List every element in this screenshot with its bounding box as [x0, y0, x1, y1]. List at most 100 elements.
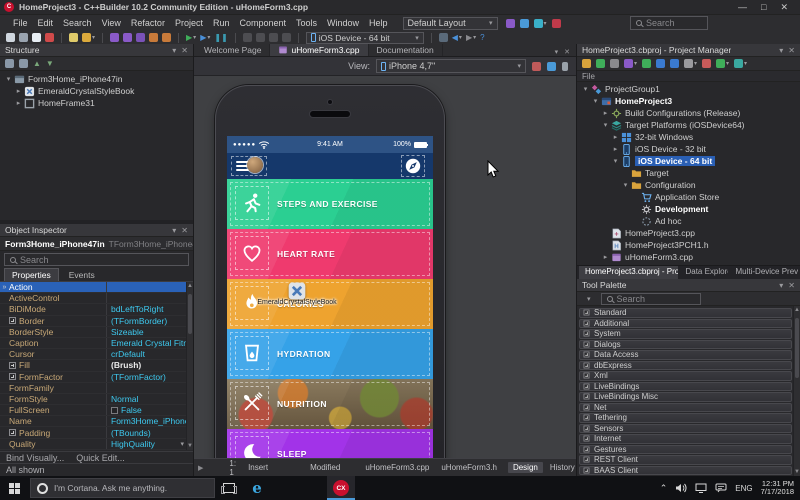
expander-icon[interactable]: ▾ — [4, 75, 13, 83]
navigate-back-icon-dropdown[interactable]: ▾ — [459, 34, 462, 41]
save-desktop-icon[interactable] — [505, 18, 515, 28]
menu-view[interactable]: View — [97, 16, 126, 30]
save-as-icon[interactable] — [136, 33, 146, 42]
navigate-forward-icon-dropdown[interactable]: ▾ — [473, 34, 476, 41]
close-file-icon[interactable] — [149, 33, 159, 42]
property-row-bidimode[interactable]: BiDiMode bdLeftToRight — [0, 304, 186, 316]
project-node-32-bit-windows[interactable]: ▸ 32-bit Windows — [577, 131, 800, 143]
palette-category-baas-client[interactable]: BAAS Client — [579, 465, 792, 475]
expand-icon[interactable] — [583, 393, 590, 400]
step-over-icon[interactable] — [255, 33, 265, 42]
palette-category-livebindings[interactable]: LiveBindings — [579, 381, 792, 391]
new-file-icon[interactable] — [6, 33, 15, 42]
minimize-button[interactable]: ― — [738, 2, 747, 13]
store-button[interactable] — [299, 476, 327, 500]
expand-icon[interactable] — [9, 317, 16, 325]
property-value[interactable]: Form3Home_iPhone47in — [106, 416, 186, 427]
palette-category-tethering[interactable]: Tethering — [579, 413, 792, 423]
trace-into-icon[interactable] — [242, 33, 252, 42]
project-node-uhomeform3-cpp[interactable]: ▸ uHomeForm3.cpp — [577, 251, 800, 263]
expander-icon[interactable]: ▸ — [611, 133, 620, 141]
expand-icon[interactable] — [583, 435, 590, 442]
tp-scrollbar[interactable]: ▲ ▼ — [793, 306, 800, 476]
menu-window[interactable]: Window — [322, 16, 364, 30]
expand-icon[interactable] — [583, 414, 590, 421]
pin-icon[interactable]: ▾ — [779, 46, 783, 55]
checkbox[interactable] — [111, 406, 118, 414]
property-value[interactable] — [106, 382, 186, 393]
new-window-icon[interactable] — [19, 33, 28, 42]
expander-icon[interactable]: ▸ — [601, 253, 610, 261]
view-selector-icon-dropdown[interactable]: ▾ — [634, 60, 637, 67]
menu-help[interactable]: Help — [364, 16, 393, 30]
property-value[interactable]: False — [106, 405, 186, 416]
expand-icon[interactable] — [583, 404, 590, 411]
save-all-icon[interactable] — [123, 33, 133, 42]
stylebook-component[interactable]: EmeraldCrystalStyleBook — [237, 281, 357, 306]
property-row-activecontrol[interactable]: ActiveControl — [0, 293, 186, 305]
property-row-formfactor[interactable]: FormFactor (TFormFactor) — [0, 371, 186, 383]
layout-combo[interactable]: Default Layout ▾ — [402, 16, 498, 30]
ide-search-input[interactable]: Search — [630, 16, 708, 30]
property-value[interactable]: crDefault — [106, 349, 186, 360]
property-value[interactable]: (TBounds) — [106, 427, 186, 438]
property-value[interactable]: (Brush) — [106, 360, 186, 371]
tile-sleep[interactable]: SLEEP — [227, 429, 433, 458]
set-startup-desktop-icon[interactable] — [519, 18, 529, 28]
chevron-up-icon[interactable]: ⌃ — [660, 483, 668, 494]
palette-category-data-access[interactable]: Data Access — [579, 350, 792, 360]
project-node-configuration[interactable]: ▾ Configuration — [577, 179, 800, 191]
editor-tab-uhomeform3-cpp[interactable]: uHomeForm3.cpp — [270, 44, 369, 56]
view-combo[interactable]: iPhone 4,7" ▾ — [376, 59, 526, 73]
open-project-icon-dropdown[interactable]: ▾ — [92, 34, 95, 41]
compass-button[interactable] — [401, 155, 425, 177]
palette-category-internet[interactable]: Internet — [579, 434, 792, 444]
bottom-file-tab-uhomeform3-h[interactable]: uHomeForm3.h — [436, 462, 502, 473]
network-icon[interactable] — [695, 483, 707, 493]
bind-visually-link[interactable]: Bind Visually... — [6, 453, 64, 463]
property-row-name[interactable]: Name Form3Home_iPhone47in — [0, 416, 186, 428]
project-node-projectgroup1[interactable]: ▾ ProjectGroup1 — [577, 83, 800, 95]
orientation-icon[interactable] — [562, 61, 568, 71]
property-row-formstyle[interactable]: FormStyle Normal — [0, 393, 186, 406]
expander-icon[interactable]: ▸ — [14, 99, 23, 107]
oi-search-input[interactable]: Search — [4, 253, 189, 266]
tile-heart-rate[interactable]: HEART RATE — [227, 229, 433, 279]
run-without-debugging-icon[interactable]: ▶ — [200, 33, 206, 42]
add-folder-icon[interactable] — [610, 59, 619, 68]
tile-hydration[interactable]: HYDRATION — [227, 329, 433, 379]
project-node-development[interactable]: Development — [577, 203, 800, 215]
expand-icon[interactable] — [583, 351, 590, 358]
project-node-ios-device-64-bit[interactable]: ▾ iOS Device - 64 bit — [577, 155, 800, 167]
palette-category-standard[interactable]: Standard — [579, 308, 792, 318]
property-value[interactable]: (TFormFactor) — [106, 371, 186, 382]
run-without-debugging-icon-dropdown[interactable]: ▾ — [207, 34, 210, 41]
bottom-view-tab-history[interactable]: History — [545, 462, 580, 473]
open-project-icon[interactable] — [596, 59, 605, 68]
project-node-homeproject3pch1-h[interactable]: HomeProject3PCH1.h — [577, 239, 800, 251]
build-group-icon[interactable] — [656, 59, 666, 68]
property-value[interactable]: (TFormBorder) — [106, 315, 186, 326]
property-row-fill[interactable]: Fill (Brush) — [0, 360, 186, 372]
expand-icon[interactable] — [583, 383, 590, 390]
pin-icon[interactable]: ▾ — [172, 226, 176, 235]
close-button[interactable]: ✕ — [780, 2, 788, 13]
deploy-icon[interactable] — [734, 59, 744, 68]
expander-icon[interactable]: ▾ — [581, 85, 590, 93]
pin-icon[interactable]: ▾ — [779, 281, 783, 290]
close-icon[interactable]: ✕ — [788, 46, 795, 55]
property-value[interactable]: Emerald Crystal Fitness — [106, 337, 186, 349]
palette-category-additional[interactable]: Additional — [579, 318, 792, 328]
property-row-formfamily[interactable]: FormFamily — [0, 382, 186, 394]
quick-edit-link[interactable]: Quick Edit... — [76, 453, 125, 463]
activate-icon[interactable] — [702, 59, 712, 68]
expand-icon[interactable] — [583, 446, 590, 453]
property-value[interactable]: HighQuality ▾ — [106, 438, 186, 449]
expander-icon[interactable]: ▸ — [611, 145, 620, 153]
project-node-homeproject3-cpp[interactable]: HomeProject3.cpp — [577, 227, 800, 239]
pause-icon[interactable]: ❚❚ — [214, 33, 227, 42]
expander-icon[interactable]: ▸ — [14, 87, 23, 95]
speaker-icon[interactable] — [675, 483, 687, 493]
structure-node-homeframe31[interactable]: ▸ HomeFrame31 — [0, 97, 193, 109]
new-project-icon[interactable] — [45, 33, 54, 42]
